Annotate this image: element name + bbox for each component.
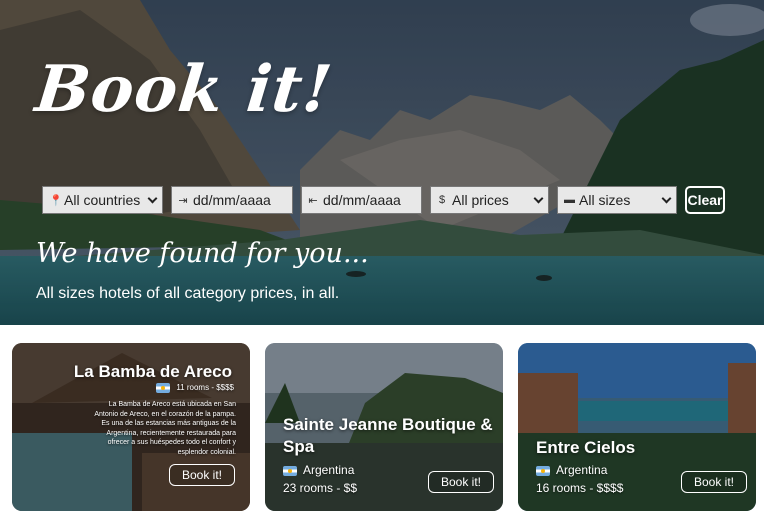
- book-button[interactable]: Book it!: [169, 464, 235, 486]
- chevron-down-icon: [147, 193, 158, 204]
- checkin-icon: ⇥: [178, 194, 188, 207]
- checkout-date-placeholder: dd/mm/aaaa: [323, 192, 401, 208]
- results-subtitle: All sizes hotels of all category prices,…: [36, 285, 340, 302]
- checkin-date-placeholder: dd/mm/aaaa: [193, 192, 271, 208]
- page-title: Book it!: [32, 52, 337, 127]
- argentina-flag-icon: [156, 383, 171, 393]
- argentina-flag-icon: [283, 465, 297, 476]
- price-select[interactable]: $ All prices: [430, 186, 549, 214]
- hotel-description: La Bamba de Areco está ubicada en San An…: [94, 401, 236, 456]
- hero-banner: Book it! 📍 All countries ⇥ dd/mm/aaaa ⇤ …: [0, 0, 764, 325]
- hotel-name: Sainte Jeanne Boutique & Spa: [283, 415, 493, 456]
- chevron-down-icon: [661, 193, 672, 204]
- chevron-down-icon: [533, 193, 544, 204]
- hero-landscape-image: [0, 0, 764, 325]
- bed-icon: ▬: [564, 194, 575, 206]
- book-button[interactable]: Book it!: [428, 471, 494, 493]
- hotel-name: Entre Cielos: [536, 438, 636, 457]
- checkout-icon: ⇤: [308, 194, 318, 207]
- hotel-rooms-price: 23 rooms - $$: [283, 481, 358, 495]
- dollar-icon: $: [438, 194, 446, 206]
- hotel-price: $$$$: [216, 383, 234, 393]
- clear-button[interactable]: Clear: [685, 186, 725, 214]
- checkin-date-input[interactable]: ⇥ dd/mm/aaaa: [171, 186, 293, 214]
- argentina-flag-icon: [536, 465, 550, 476]
- hotel-rooms-price: 16 rooms - $$$$: [536, 481, 624, 495]
- map-pin-icon: 📍: [49, 194, 63, 207]
- hotel-rooms: 11 rooms: [176, 383, 210, 393]
- book-button[interactable]: Book it!: [681, 471, 747, 493]
- hotel-card[interactable]: Entre Cielos Argentina 16 rooms - $$$$ B…: [518, 343, 756, 511]
- checkout-date-input[interactable]: ⇤ dd/mm/aaaa: [301, 186, 422, 214]
- hotel-name: La Bamba de Areco: [73, 362, 232, 381]
- hotel-country-label: Argentina: [303, 463, 355, 477]
- size-select[interactable]: ▬ All sizes: [557, 186, 677, 214]
- country-select[interactable]: 📍 All countries: [42, 186, 163, 214]
- price-select-value: All prices: [452, 192, 509, 208]
- hotel-country: Argentina: [536, 463, 607, 477]
- size-select-value: All sizes: [579, 192, 631, 208]
- results-heading: We have found for you...: [36, 238, 369, 269]
- country-select-value: All countries: [64, 192, 141, 208]
- hotel-country: Argentina: [283, 463, 354, 477]
- hotel-card[interactable]: Sainte Jeanne Boutique & Spa Argentina 2…: [265, 343, 503, 511]
- hotel-card[interactable]: La Bamba de Areco 11 rooms - $$$$ La Bam…: [12, 343, 250, 511]
- hotel-meta: 11 rooms - $$$$: [156, 383, 234, 393]
- hotel-country-label: Argentina: [556, 463, 608, 477]
